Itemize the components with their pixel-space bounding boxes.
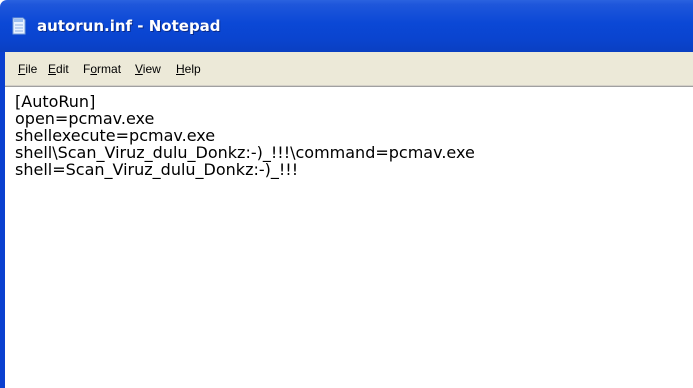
window-title: autorun.inf - Notepad bbox=[37, 17, 221, 35]
menu-help-label: elp bbox=[184, 62, 201, 76]
menu-edit-label: dit bbox=[56, 62, 69, 76]
menu-edit-accel: E bbox=[48, 62, 57, 76]
menu-format[interactable]: Format bbox=[83, 62, 121, 76]
menu-view[interactable]: View bbox=[135, 62, 161, 76]
text-line: shell\Scan_Viruz_dulu_Donkz:-)_!!!\comma… bbox=[15, 143, 475, 162]
menu-bar: File Edit Format View Help bbox=[5, 52, 693, 86]
menu-view-label: iew bbox=[142, 62, 161, 76]
notepad-icon bbox=[12, 17, 26, 35]
menu-view-accel: V bbox=[135, 62, 143, 76]
text-editor[interactable]: [AutoRun] open=pcmav.exe shellexecute=pc… bbox=[5, 86, 693, 388]
text-line: [AutoRun] bbox=[15, 92, 96, 111]
menu-edit[interactable]: Edit bbox=[48, 62, 69, 76]
menu-file[interactable]: File bbox=[18, 62, 37, 76]
menu-file-label: ile bbox=[25, 62, 38, 76]
notepad-window: autorun.inf - Notepad File Edit Format V… bbox=[0, 0, 693, 388]
menu-help[interactable]: Help bbox=[176, 62, 201, 76]
text-line: open=pcmav.exe bbox=[15, 109, 155, 128]
menu-format-label: rmat bbox=[97, 62, 122, 76]
title-bar[interactable]: autorun.inf - Notepad bbox=[0, 0, 693, 52]
text-line: shell=Scan_Viruz_dulu_Donkz:-)_!!! bbox=[15, 160, 299, 179]
text-line: shellexecute=pcmav.exe bbox=[15, 126, 216, 145]
menu-help-accel: H bbox=[176, 62, 185, 76]
